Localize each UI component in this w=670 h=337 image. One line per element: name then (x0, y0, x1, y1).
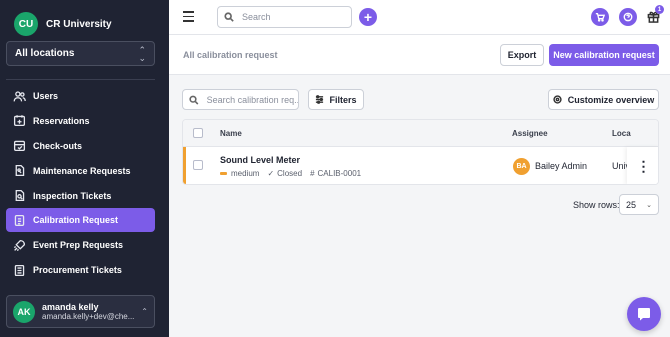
priority-indicator-bar (183, 147, 186, 184)
search-icon (224, 12, 234, 22)
user-info: amanda kelly amanda.kelly+dev@che... (42, 302, 141, 321)
calendar-plus-icon (12, 114, 26, 128)
location-select-value: All locations (15, 48, 75, 59)
list-document-icon (12, 263, 26, 277)
item-name[interactable]: Sound Level Meter (220, 155, 300, 165)
user-email: amanda.kelly+dev@che... (42, 312, 135, 321)
sidebar-item-label: Event Prep Requests (33, 240, 124, 251)
list-search-placeholder: Search calibration req... (206, 94, 298, 105)
question-circle-icon (623, 12, 633, 22)
sidebar-item-label: Procurement Tickets (33, 265, 122, 276)
sidebar-item-maintenance-requests[interactable]: Maintenance Requests (6, 159, 155, 183)
column-header-name[interactable]: Name (220, 129, 242, 138)
users-icon (12, 89, 26, 103)
user-name: amanda kelly (42, 302, 99, 312)
clipboard-icon (12, 213, 26, 227)
sidebar-item-label: Check-outs (33, 140, 83, 151)
chevron-down-icon: ⌄ (646, 201, 652, 209)
org-logo: CU (14, 12, 38, 36)
sidebar-item-label: Reservations (33, 115, 90, 126)
sidebar-item-check-outs[interactable]: Check-outs (6, 134, 155, 158)
sidebar-item-calibration-request[interactable]: Calibration Request (6, 208, 155, 233)
location-cell: Univ (612, 161, 627, 171)
sidebar-item-label: Users (33, 91, 59, 101)
status-label: Closed (277, 169, 303, 178)
chevron-up-icon: ⌃ (141, 307, 148, 316)
inspection-icon (12, 189, 26, 203)
page-title: All calibration request (183, 50, 278, 60)
row-checkbox[interactable] (193, 160, 203, 170)
avatar: AK (13, 300, 35, 323)
sidebar-item-event-prep-requests[interactable]: Event Prep Requests (6, 233, 155, 257)
list-search-input[interactable]: Search calibration req... (182, 89, 299, 110)
filters-label: Filters (329, 94, 357, 105)
quick-add-button[interactable]: + (359, 8, 377, 26)
document-wrench-icon (12, 164, 26, 178)
column-header-assignee[interactable]: Assignee (512, 129, 548, 138)
org-name: CR University (46, 18, 112, 30)
rows-per-page-select[interactable]: 25 ⌄ (619, 194, 659, 215)
sidebar-item-inspection-tickets[interactable]: Inspection Tickets (6, 184, 155, 208)
menu-icon[interactable] (183, 11, 194, 23)
customize-overview-button[interactable]: Customize overview (548, 89, 659, 110)
sliders-icon (316, 95, 324, 104)
table-row[interactable]: Sound Level Meter medium ✓ Closed # CALI… (183, 147, 658, 184)
checkout-icon (12, 139, 26, 153)
priority-medium-icon (220, 172, 227, 175)
assignee-avatar: BA (513, 158, 530, 175)
priority-label: medium (231, 169, 260, 178)
rocket-icon (12, 238, 26, 252)
row-actions-kebab-icon[interactable]: ⋮ (627, 147, 658, 184)
sidebar-nav: Users Reservations Check-outs Maintenanc… (6, 84, 155, 283)
location-select[interactable]: All locations ⌃ ⌄ (6, 41, 155, 66)
customize-label: Customize overview (567, 94, 655, 105)
hash-icon: # (310, 169, 315, 178)
export-button[interactable]: Export (500, 44, 544, 66)
calibration-table: Name Assignee Loca Sound Level Meter med… (182, 119, 659, 185)
eye-settings-icon (553, 95, 562, 104)
rows-per-page-value: 25 (626, 199, 637, 210)
sidebar-item-label: Inspection Tickets (33, 190, 112, 201)
chat-help-icon (638, 308, 650, 321)
global-search-input[interactable]: Search (217, 6, 352, 28)
user-menu[interactable]: AK amanda kelly amanda.kelly+dev@che... … (6, 295, 155, 328)
item-id: CALIB-0001 (317, 169, 362, 178)
help-circle-button[interactable] (619, 8, 637, 26)
column-header-location[interactable]: Loca (612, 129, 631, 138)
select-all-checkbox[interactable] (193, 128, 203, 138)
new-calibration-request-button[interactable]: New calibration request (549, 44, 659, 66)
sidebar: CU CR University All locations ⌃ ⌄ Users … (0, 0, 169, 337)
cart-button[interactable] (591, 8, 609, 26)
sidebar-item-procurement-tickets[interactable]: Procurement Tickets (6, 258, 155, 282)
search-icon (189, 95, 199, 105)
org-header[interactable]: CU CR University (14, 12, 112, 36)
sidebar-item-reservations[interactable]: Reservations (6, 109, 155, 133)
table-header: Name Assignee Loca (183, 120, 658, 147)
updown-chevron-icon: ⌃ ⌄ (138, 44, 146, 63)
global-search-placeholder: Search (242, 12, 271, 22)
sidebar-item-users[interactable]: Users (6, 84, 155, 108)
check-icon: ✓ (267, 169, 275, 178)
filters-button[interactable]: Filters (308, 89, 364, 110)
topbar: Search + 1 (169, 0, 670, 35)
sidebar-divider (6, 79, 155, 80)
chat-support-button[interactable] (627, 297, 661, 331)
notification-badge: 1 (655, 5, 664, 14)
cart-icon (595, 13, 605, 22)
sidebar-item-label: Maintenance Requests (33, 165, 131, 176)
show-rows-label: Show rows: (573, 200, 620, 210)
assignee-name: Bailey Admin (535, 161, 588, 171)
page-header: All calibration request Export New calib… (169, 35, 670, 75)
item-meta: medium ✓ Closed # CALIB-0001 (220, 169, 361, 178)
sidebar-item-label: Calibration Request (33, 215, 119, 226)
